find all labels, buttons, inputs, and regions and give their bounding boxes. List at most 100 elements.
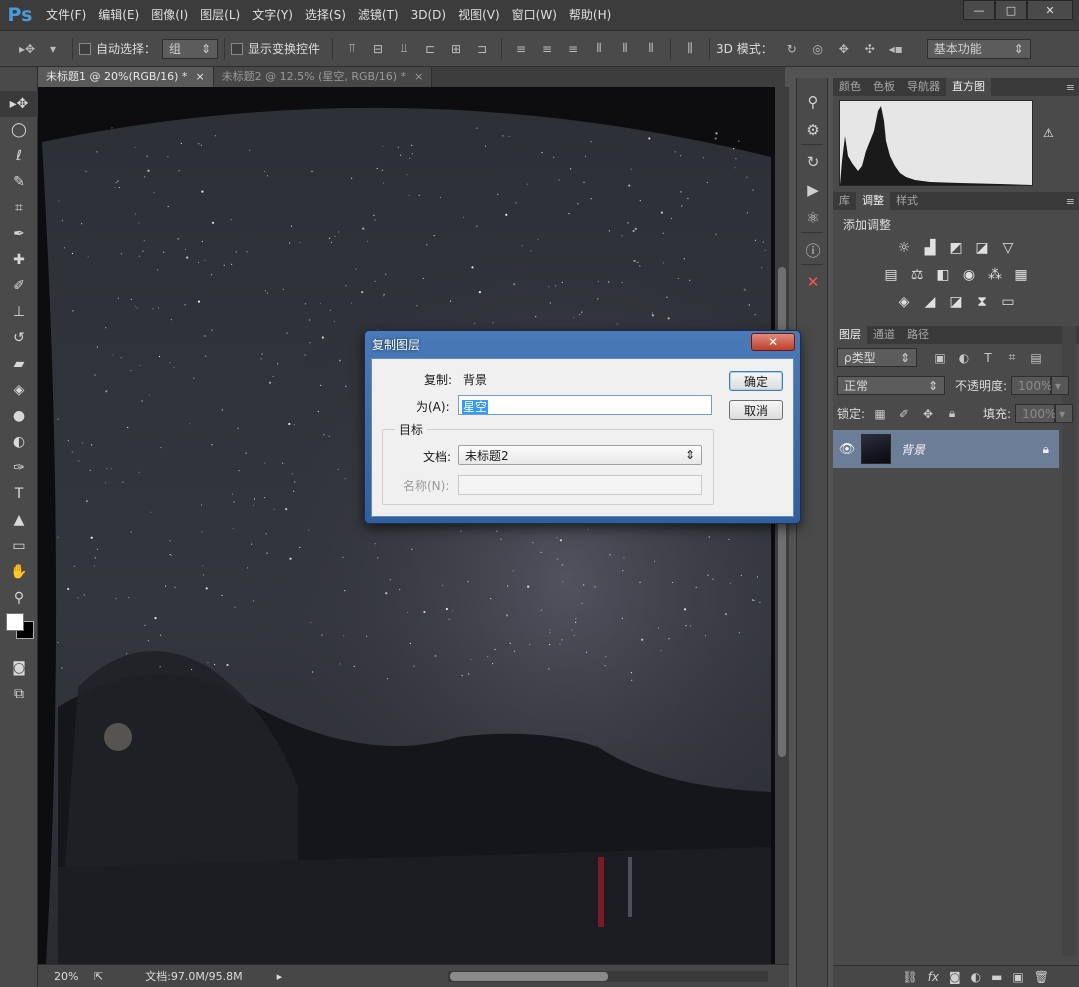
document-dropdown[interactable]: 未标题2 ⇕ xyxy=(458,445,702,465)
levels-icon[interactable]: ▟ xyxy=(920,238,940,258)
3d-drag-icon[interactable]: ✥ xyxy=(835,40,853,58)
show-transform-checkbox[interactable] xyxy=(231,42,244,55)
vibrance-icon[interactable]: ▽ xyxy=(998,238,1018,258)
distribute-top-icon[interactable]: ≡ xyxy=(512,40,530,58)
black-white-icon[interactable]: ◧ xyxy=(933,265,953,285)
panel-menu-icon[interactable]: ≡ xyxy=(1066,81,1075,94)
new-adjustment-layer-icon[interactable]: ◐ xyxy=(971,970,981,984)
hue-saturation-icon[interactable]: ▤ xyxy=(881,265,901,285)
menu-select[interactable]: 选择(S) xyxy=(299,0,352,31)
align-right-icon[interactable]: ⊐ xyxy=(473,40,491,58)
auto-align-icon[interactable]: ⫼ xyxy=(681,40,699,58)
workspace-dropdown[interactable]: 基本功能 ⇕ xyxy=(926,38,1031,59)
visibility-eye-icon[interactable]: 👁︎ xyxy=(833,442,861,457)
blend-mode-dropdown[interactable]: 正常 ⇕ xyxy=(837,376,945,395)
fill-input[interactable]: 100% xyxy=(1015,404,1056,423)
layer-style-icon[interactable]: fx xyxy=(928,970,939,984)
brush-settings-icon[interactable]: ⚙ xyxy=(797,116,829,144)
clone-stamp-tool-icon[interactable]: ⊥ xyxy=(0,299,38,325)
tab-paths[interactable]: 路径 xyxy=(901,326,935,344)
menu-edit[interactable]: 编辑(E) xyxy=(92,0,145,31)
layer-item-background[interactable]: 👁︎ 背景 🔒︎ xyxy=(833,430,1059,468)
menu-filter[interactable]: 滤镜(T) xyxy=(352,0,405,31)
quick-mask-icon[interactable]: ◙ xyxy=(0,655,38,681)
filter-adjustment-icon[interactable]: ◐ xyxy=(955,349,973,367)
zoom-level[interactable]: 20% xyxy=(54,970,94,983)
lock-position-icon[interactable]: ✥ xyxy=(919,405,937,423)
distribute-vcenter-icon[interactable]: ≡ xyxy=(538,40,556,58)
vertical-scrollbar[interactable] xyxy=(775,87,789,964)
fill-arrow-icon[interactable]: ▾ xyxy=(1055,404,1074,423)
elliptical-marquee-tool-icon[interactable]: ◯ xyxy=(0,117,38,143)
tab-close-icon[interactable]: × xyxy=(414,70,423,83)
healing-brush-tool-icon[interactable]: ✚ xyxy=(0,247,38,273)
menu-image[interactable]: 图像(I) xyxy=(145,0,194,31)
warning-icon[interactable]: ⚠ xyxy=(1043,126,1054,140)
align-top-icon[interactable]: ⫪ xyxy=(343,40,361,58)
canvas[interactable] xyxy=(38,87,775,964)
layer-lock-icon[interactable]: 🔒︎ xyxy=(1043,442,1049,457)
scroll-thumb[interactable] xyxy=(450,972,608,981)
link-layers-icon[interactable]: ⛓ xyxy=(902,970,917,984)
tab-layers[interactable]: 图层 xyxy=(833,326,867,344)
ok-button[interactable]: 确定 xyxy=(729,371,783,391)
crop-tool-icon[interactable]: ⌗ xyxy=(0,195,38,221)
cancel-button[interactable]: 取消 xyxy=(729,400,783,420)
brush-tool-icon[interactable]: ✐ xyxy=(0,273,38,299)
3d-scale-icon[interactable]: ◂▪ xyxy=(887,40,905,58)
tab-document-2[interactable]: 未标题2 @ 12.5% (星空, RGB/16) * × xyxy=(213,67,433,87)
brightness-icon[interactable]: ☼ xyxy=(894,238,914,258)
menu-layer[interactable]: 图层(L) xyxy=(194,0,246,31)
distribute-right-icon[interactable]: ⦀ xyxy=(642,40,660,58)
selective-color-icon[interactable]: ⧗ xyxy=(972,292,992,312)
3d-roll-icon[interactable]: ◎ xyxy=(809,40,827,58)
properties-icon[interactable]: ⚛ xyxy=(797,204,829,232)
tab-adjustments[interactable]: 调整 xyxy=(856,192,890,210)
dialog-close-button[interactable]: ✕ xyxy=(751,333,795,351)
menu-help[interactable]: 帮助(H) xyxy=(563,0,617,31)
quick-selection-tool-icon[interactable]: ✎ xyxy=(0,169,38,195)
filter-pixel-icon[interactable]: ▣ xyxy=(931,349,949,367)
align-hcenter-icon[interactable]: ⊞ xyxy=(447,40,465,58)
color-balance-icon[interactable]: ⚖ xyxy=(907,265,927,285)
invert-icon[interactable]: ◈ xyxy=(894,292,914,312)
threshold-icon[interactable]: ◪ xyxy=(946,292,966,312)
path-selection-tool-icon[interactable]: ▲ xyxy=(0,507,38,533)
type-tool-icon[interactable]: T xyxy=(0,481,38,507)
add-mask-icon[interactable]: ◙ xyxy=(949,970,961,984)
lock-transparent-icon[interactable]: ▦ xyxy=(871,405,889,423)
info-icon[interactable]: ⓘ xyxy=(797,236,829,264)
zoom-tool-icon[interactable]: ⚲ xyxy=(0,585,38,611)
align-vcenter-icon[interactable]: ⊟ xyxy=(369,40,387,58)
brush-preset-icon[interactable]: ⚲ xyxy=(797,88,829,116)
filter-shape-icon[interactable]: ⌗ xyxy=(1003,349,1021,367)
curves-icon[interactable]: ◩ xyxy=(946,238,966,258)
layer-kind-filter[interactable]: ρ类型 ⇕ xyxy=(837,348,917,367)
tab-close-icon[interactable]: × xyxy=(195,70,204,83)
distribute-left-icon[interactable]: ⦀ xyxy=(590,40,608,58)
filter-type-icon[interactable]: T xyxy=(979,349,997,367)
align-bottom-icon[interactable]: ⫫ xyxy=(395,40,413,58)
distribute-hcenter-icon[interactable]: ⦀ xyxy=(616,40,634,58)
eyedropper-tool-icon[interactable]: ✒ xyxy=(0,221,38,247)
delete-layer-icon[interactable]: 🗑︎ xyxy=(1034,970,1049,984)
tab-swatches[interactable]: 色板 xyxy=(867,78,901,96)
panel-menu-icon[interactable]: ≡ xyxy=(1066,195,1075,208)
horizontal-scrollbar[interactable] xyxy=(448,971,768,982)
menu-3d[interactable]: 3D(D) xyxy=(405,0,452,31)
close-window-button[interactable]: ✕ xyxy=(1027,0,1073,20)
new-group-icon[interactable]: ▬ xyxy=(991,970,1002,984)
move-tool-icon[interactable]: ▸✥ xyxy=(0,91,38,117)
lock-all-icon[interactable]: 🔒︎ xyxy=(943,405,961,423)
share-icon[interactable]: ⇱ xyxy=(94,970,103,983)
opacity-input[interactable]: 100% xyxy=(1011,376,1052,395)
lasso-tool-icon[interactable]: ℓ xyxy=(0,143,38,169)
distribute-bottom-icon[interactable]: ≡ xyxy=(564,40,582,58)
screen-mode-icon[interactable]: ⧉ xyxy=(0,681,38,707)
as-name-input[interactable]: 星空 xyxy=(458,395,712,415)
tool-presets-icon[interactable]: ✕ xyxy=(797,268,829,296)
3d-rotate-icon[interactable]: ↻ xyxy=(783,40,801,58)
lock-image-icon[interactable]: ✐ xyxy=(895,405,913,423)
menu-file[interactable]: 文件(F) xyxy=(40,0,92,31)
eraser-tool-icon[interactable]: ▰ xyxy=(0,351,38,377)
